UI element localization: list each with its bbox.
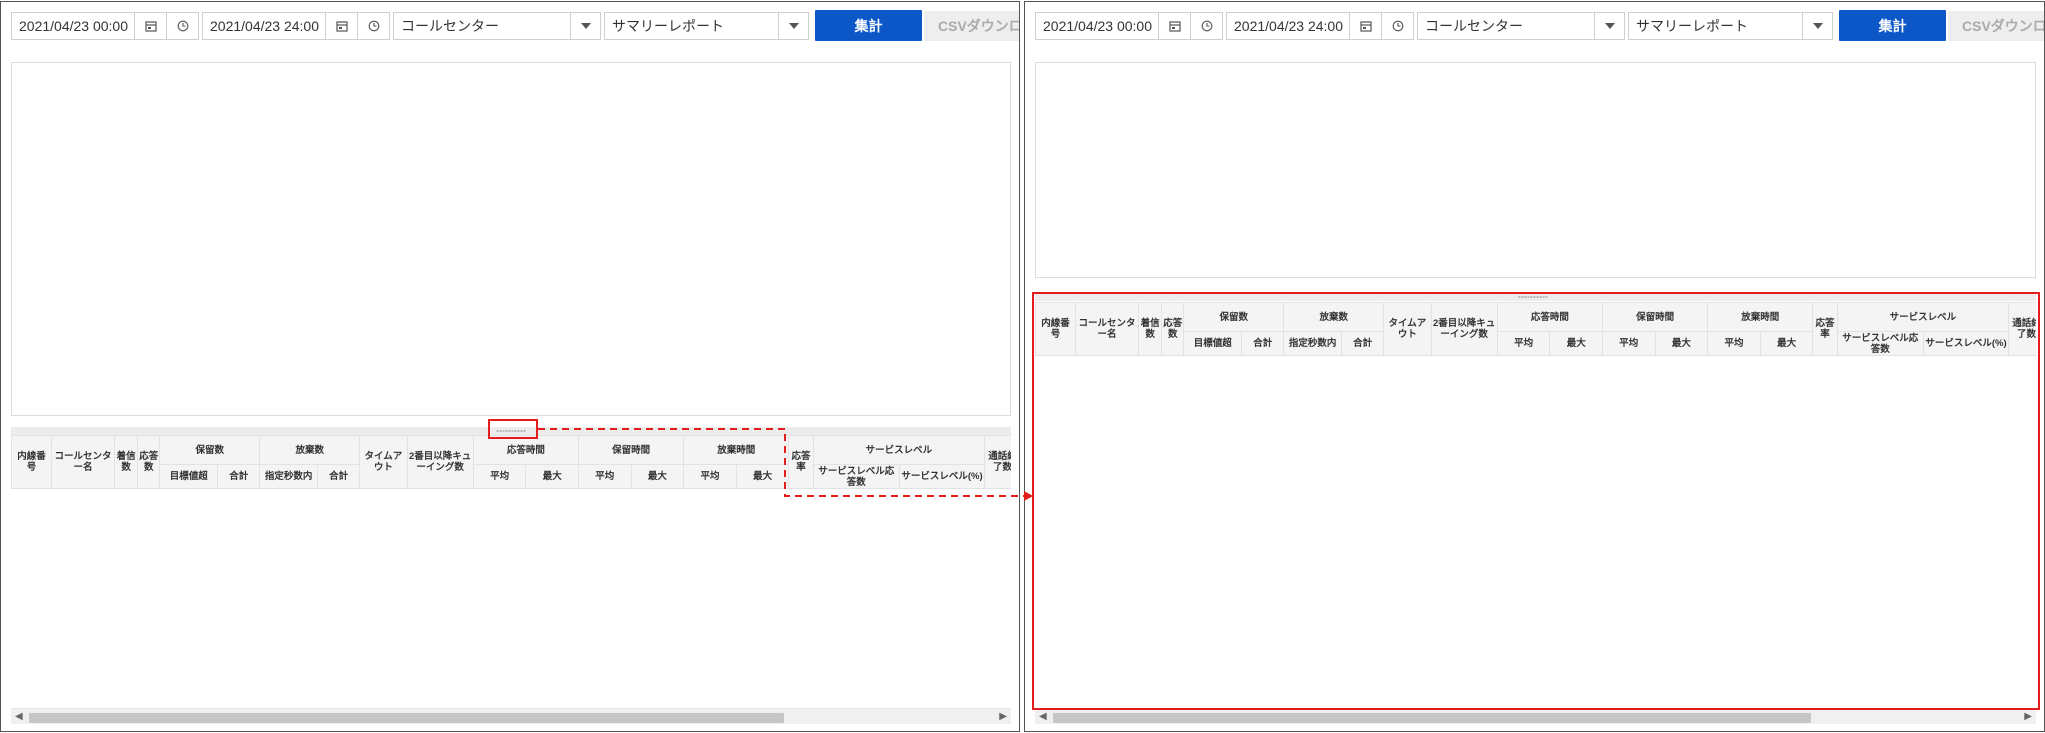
drag-arrow-annotation <box>538 428 1033 501</box>
